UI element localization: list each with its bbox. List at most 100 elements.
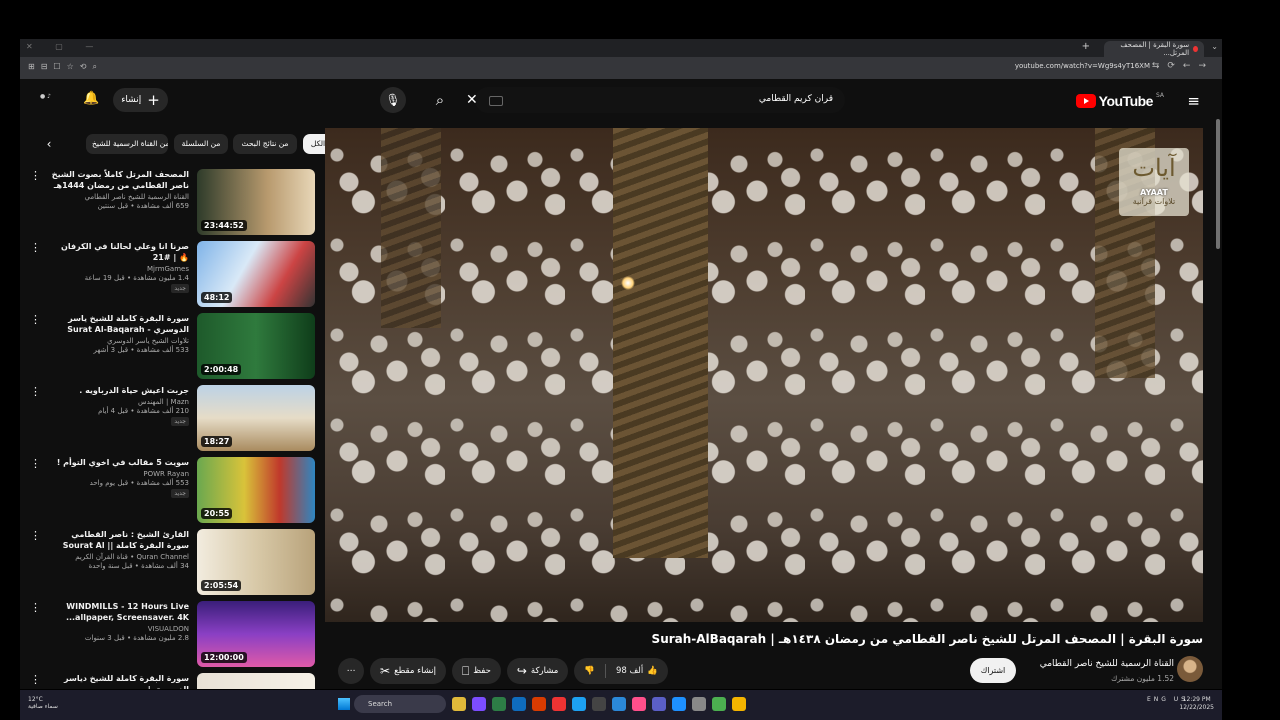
video-thumbnail[interactable]: 12:00:00 [197,601,315,667]
list-item[interactable]: 18:27 جربت اعيش حياة الدرباويه . Mazn | ا… [30,385,315,457]
page-scrollbar[interactable] [1216,119,1220,249]
new-tab-button[interactable]: + [1082,41,1090,52]
channel-avatar[interactable] [1177,656,1203,682]
channel-name[interactable]: القناة الرسمية للشيخ ناصر القطامي [1040,659,1174,669]
video-thumbnail[interactable]: 18:27 [197,385,315,451]
rec-channel[interactable]: Quran Channel • قناة القرآن الكريم [49,553,189,561]
list-item[interactable]: 2:05:54 القارئ الشيخ : ناصر القطامي سورة… [30,529,315,601]
more-options-icon[interactable]: ⋮ [30,241,41,254]
keyboard-icon[interactable] [489,96,503,106]
url-field[interactable]: youtube.com/watch?v=Wg9s4yT16XM [1015,62,1150,70]
video-thumbnail[interactable]: 2:05:54 [197,529,315,595]
save-button[interactable]: ⎕ حفظ [452,658,501,684]
video-thumbnail[interactable]: 23:44:52 [197,169,315,235]
app-icon[interactable] [572,697,586,711]
dislike-button[interactable]: 👎 [574,658,605,684]
extension-icons[interactable]: ⊞⊟☐☆⟲⌕ [28,62,103,72]
menu-icon[interactable]: ≡ [1187,92,1200,110]
like-button[interactable]: 98 ألف 👍 [606,658,668,684]
duration-badge: 2:00:48 [201,364,242,375]
more-actions-button[interactable]: ⋯ [338,658,364,684]
list-item[interactable]: 12:00:00 WINDMILLS - 12 Hours Live ...al… [30,601,315,673]
rec-title[interactable]: سورة البقرة كاملة للشيخ ياسر الدوسري - S… [49,313,189,335]
search-icon[interactable]: ⌕ [426,87,454,113]
list-item[interactable]: 23:44:52 المصحف المرتل كاملاً بصوت الشيخ… [30,169,315,241]
rec-channel[interactable]: القناة الرسمية للشيخ ناصر القطامي [49,193,189,201]
chip-search-results[interactable]: من نتائج البحث [233,134,297,154]
video-thumbnail[interactable]: 48:12 [197,241,315,307]
chevron-left-icon[interactable]: ‹ [40,134,58,154]
window-controls[interactable]: ✕ ▢ — [26,42,103,51]
more-options-icon[interactable]: ⋮ [30,385,41,398]
rec-title[interactable]: صرنا انا وعلي لحالنا في الكرفان 🔥 | #21 [49,241,189,263]
rec-channel[interactable]: تلاوات الشيخ ياسر الدوسري [49,337,189,345]
microphone-icon[interactable]: 🎙 [380,87,406,113]
rec-channel[interactable]: VISUALDON [49,625,189,633]
more-options-icon[interactable]: ⋮ [30,529,41,542]
more-options-icon[interactable]: ⋮ [30,601,41,614]
app-icon[interactable] [492,697,506,711]
list-item[interactable]: سورة البقرة كاملة للشيخ دياسر الدوسري | … [30,673,315,689]
list-item[interactable]: 48:12 صرنا انا وعلي لحالنا في الكرفان 🔥 … [30,241,315,313]
notifications-bell-icon[interactable]: 🔔 [83,91,99,106]
app-icon[interactable] [612,697,626,711]
chip-official-channel[interactable]: من القناة الرسمية للشيخ [86,134,168,154]
video-player[interactable]: آيات AYAAT تلاوات قرآنية [325,128,1203,622]
create-button[interactable]: + إنشاء [113,88,168,112]
chip-series[interactable]: من السلسلة [174,134,228,154]
rec-stats: 2.8 مليون مشاهدة • قبل 3 سنوات [84,634,189,642]
rec-title[interactable]: سويت 5 مقالب في اخوي التوأم ! [49,457,189,468]
video-thumbnail[interactable]: 20:55 [197,457,315,523]
browser-window: ✕ ▢ — + ✕ سورة البقرة | المصحف المرتل...… [20,39,1222,689]
app-icon[interactable] [452,697,466,711]
youtube-logo[interactable]: YouTube SA [1075,92,1164,109]
navigation-icons[interactable]: ⇆⟳←→ [1152,61,1214,71]
tab-search-icon[interactable]: ⌄ [1211,42,1218,51]
app-icon[interactable] [732,697,746,711]
clock[interactable]: 12:29 PM 12/22/2025 [1179,696,1214,712]
app-icon[interactable] [632,697,646,711]
more-options-icon[interactable]: ⋮ [30,313,41,326]
app-icon[interactable] [472,697,486,711]
list-item[interactable]: 20:55 سويت 5 مقالب في اخوي التوأم ! POWR … [30,457,315,529]
palm-trunk [381,128,441,328]
clip-button[interactable]: ✂ إنشاء مقطع [370,658,447,684]
more-options-icon[interactable]: ⋮ [30,169,41,182]
search-input[interactable]: قران كريم القطامي [475,87,845,113]
logo-text: YouTube [1098,93,1154,109]
video-thumbnail[interactable]: 2:00:48 [197,313,315,379]
more-options-icon[interactable]: ⋮ [30,673,41,686]
app-icon[interactable] [692,697,706,711]
app-icon[interactable] [532,697,546,711]
app-icon[interactable] [712,697,726,711]
clear-search-icon[interactable]: ✕ [466,87,486,113]
app-icon[interactable] [552,697,566,711]
rec-title[interactable]: القارئ الشيخ : ناصر القطامي سورة البقرة … [49,529,189,551]
windows-start-icon[interactable] [338,698,350,710]
account-avatar[interactable]: ● ♪ [40,93,62,107]
rec-title[interactable]: WINDMILLS - 12 Hours Live ...allpaper, S… [49,601,189,623]
more-options-icon[interactable]: ⋮ [30,457,41,470]
youtube-favicon-icon [1193,46,1198,52]
tab-title: سورة البقرة | المصحف المرتل... [1120,41,1190,57]
app-icon[interactable] [652,697,666,711]
rec-channel[interactable]: POWR Rayan [49,470,189,478]
app-icon[interactable] [592,697,606,711]
list-item[interactable]: 2:00:48 سورة البقرة كاملة للشيخ ياسر الد… [30,313,315,385]
rec-channel[interactable]: MjrmGames [49,265,189,273]
weather-widget[interactable]: 12°C سماء صافية [28,696,58,710]
app-icon[interactable] [672,697,686,711]
rec-title[interactable]: جربت اعيش حياة الدرباويه . [49,385,189,396]
share-label: مشاركة [530,666,559,676]
rec-stats: 553 ألف مشاهدة • قبل يوم واحد [89,479,189,487]
rec-title[interactable]: سورة البقرة كاملة للشيخ دياسر الدوسري | [49,673,189,689]
subscribe-button[interactable]: اشتراك [970,658,1016,683]
browser-tab[interactable]: سورة البقرة | المصحف المرتل... [1104,41,1204,57]
video-thumbnail[interactable] [197,673,315,689]
thumbs-up-icon: 👍 [647,666,658,676]
taskbar-search[interactable]: Search [354,695,446,713]
share-button[interactable]: ↪ مشاركة [506,658,569,684]
rec-channel[interactable]: Mazn | المهندس [49,398,189,406]
rec-title[interactable]: المصحف المرتل كاملاً بصوت الشيخ ناصر الق… [49,169,189,191]
app-icon[interactable] [512,697,526,711]
